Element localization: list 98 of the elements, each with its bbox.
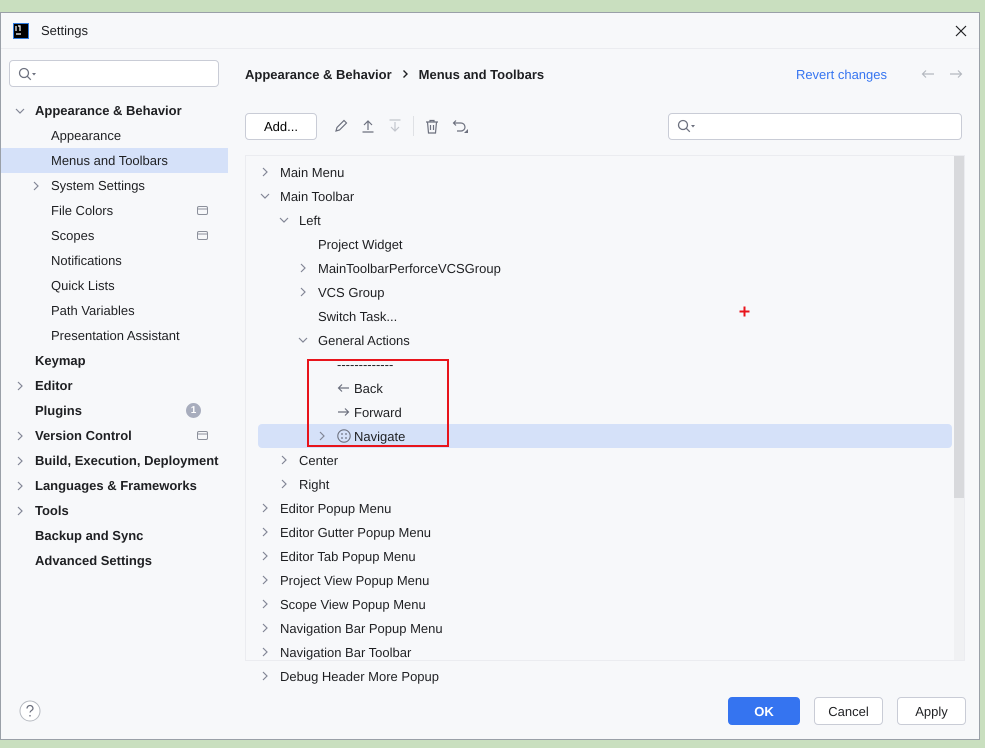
chevron-icon[interactable] [31,180,41,190]
close-icon [955,24,967,36]
sidebar-item[interactable]: Tools [1,498,228,523]
window-title: Settings [41,23,89,38]
chevron-icon[interactable] [279,479,289,489]
chevron-icon[interactable] [15,430,25,440]
chevron-icon[interactable] [15,506,25,516]
chevron-icon[interactable] [260,191,270,201]
pencil-icon [334,119,348,133]
chevron-icon[interactable] [15,106,25,116]
chevron-icon[interactable] [298,263,308,273]
chevron-icon[interactable] [298,335,308,345]
tree-item[interactable]: Switch Task... [246,304,952,328]
scrollbar-thumb[interactable] [954,156,964,498]
tree-item[interactable]: MainToolbarPerforceVCSGroup [246,256,952,280]
search-field[interactable] [9,60,219,87]
tree-item[interactable]: Center [246,448,952,472]
tree-item[interactable]: Scope View Popup Menu [246,592,952,616]
app-logo-icon [13,22,29,38]
trash-icon [425,118,439,134]
tree-item[interactable]: Navigation Bar Toolbar [246,640,952,664]
search-icon [18,66,38,80]
tree-item[interactable]: Left [246,208,952,232]
chevron-icon[interactable] [260,527,270,537]
tree-item[interactable]: Project View Popup Menu [246,568,952,592]
chevron-icon[interactable] [15,480,25,490]
sidebar-item[interactable]: Scopes [1,223,228,248]
dialog-button[interactable]: Apply [897,697,966,725]
sidebar-item[interactable]: Version Control [1,423,228,448]
sidebar-item[interactable]: Appearance & Behavior [1,98,228,123]
breadcrumb-item: Appearance & Behavior [245,66,392,82]
chevron-icon[interactable] [317,431,327,441]
chevron-icon[interactable] [15,456,25,466]
sidebar-item[interactable]: Backup and Sync [1,523,228,548]
left-arrow-icon [337,383,350,393]
sidebar-item[interactable]: Appearance [1,123,228,148]
tree-item[interactable]: Navigation Bar Popup Menu [246,616,952,640]
chevron-icon[interactable] [15,380,25,390]
sidebar-item[interactable]: Advanced Settings [1,548,228,573]
scrollbar-track[interactable] [954,156,964,660]
tree-item[interactable]: Back [246,376,952,400]
tree-item[interactable]: Forward [246,400,952,424]
sidebar-item[interactable]: Path Variables [1,298,228,323]
separator-item[interactable]: ------------- [246,352,952,376]
help-button[interactable] [17,698,43,724]
chevron-icon[interactable] [260,167,270,177]
sidebar-item[interactable]: Menus and Toolbars [1,148,228,173]
tree-item[interactable]: Navigate [258,424,952,448]
sidebar-item[interactable]: System Settings [1,173,228,198]
tree-item[interactable]: Debug Header More Popup [246,664,952,688]
tree-item[interactable]: VCS Group [246,280,952,304]
ok-button[interactable]: OK [728,697,800,725]
sidebar-item[interactable]: File Colors [1,198,228,223]
right-arrow-icon [949,69,963,79]
chevron-icon[interactable] [260,503,270,513]
sidebar-item[interactable]: Build, Execution, Deployment [1,448,228,473]
sidebar-item[interactable]: Notifications [1,248,228,273]
tree-item[interactable]: Editor Gutter Popup Menu [246,520,952,544]
help-icon [19,700,41,722]
sidebar-item[interactable]: Keymap [1,348,228,373]
tree-item[interactable]: Editor Tab Popup Menu [246,544,952,568]
chevron-icon[interactable] [260,551,270,561]
tree-item[interactable]: Project Widget [246,232,952,256]
chevron-icon[interactable] [260,599,270,609]
sidebar-item[interactable]: Editor [1,373,228,398]
chevron-icon[interactable] [260,671,270,681]
close-button[interactable] [953,22,969,38]
chevron-icon[interactable] [298,287,308,297]
sidebar-item[interactable]: Presentation Assistant [1,323,228,348]
undo-icon [452,118,469,134]
revert-changes-link[interactable]: Revert changes [796,66,887,82]
plus-icon [739,306,750,317]
down-arrow-icon [388,119,402,133]
up-arrow-icon [361,119,375,133]
dialog-button[interactable]: Cancel [814,697,883,725]
chevron-icon[interactable] [260,623,270,633]
tree-item[interactable]: Main Menu [246,160,952,184]
tree-item[interactable]: General Actions [246,328,952,352]
tree-item[interactable]: Editor Popup Menu [246,496,952,520]
count-badge: 1 [186,403,201,418]
sidebar-item[interactable]: Plugins 1 [1,398,228,423]
tree-item[interactable]: Right [246,472,952,496]
right-arrow-icon [337,407,350,417]
chevron-icon[interactable] [260,575,270,585]
chevron-icon[interactable] [279,215,289,225]
search-field[interactable] [668,112,962,140]
sidebar-item[interactable]: Languages & Frameworks [1,473,228,498]
breadcrumb-separator-icon [402,69,409,79]
chevron-icon[interactable] [260,647,270,657]
chevron-icon[interactable] [279,455,289,465]
tree-item[interactable]: Main Toolbar [246,184,952,208]
dotted-circle-icon [337,429,351,443]
sidebar-item[interactable]: Quick Lists [1,273,228,298]
breadcrumb-item: Menus and Toolbars [418,66,544,82]
search-icon [677,119,697,133]
edit-button[interactable] [332,117,350,135]
add-button[interactable]: Add... [245,112,317,140]
left-arrow-icon [921,69,935,79]
